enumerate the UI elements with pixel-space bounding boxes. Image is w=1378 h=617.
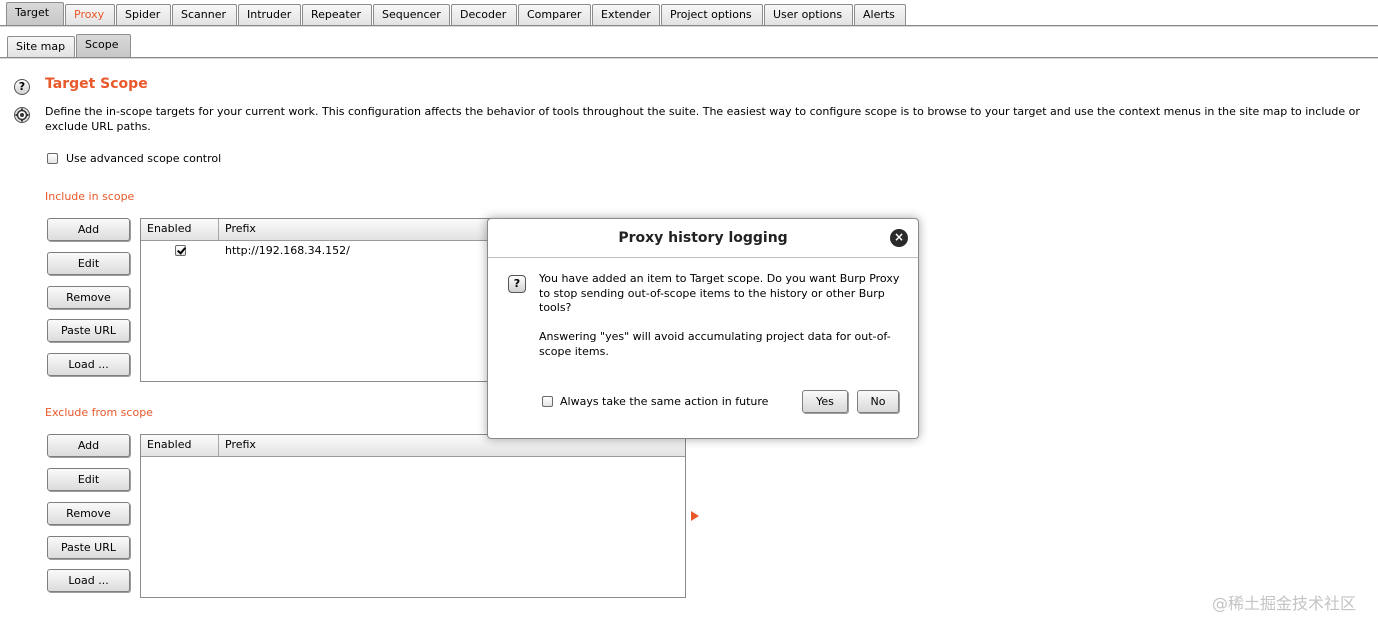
dialog-message-2: Answering "yes" will avoid accumulating … xyxy=(539,330,891,358)
dialog-message-1: You have added an item to Target scope. … xyxy=(539,272,900,314)
include-section-label: Include in scope xyxy=(45,190,135,203)
always-same-action-checkbox[interactable] xyxy=(542,396,553,407)
tab-repeater[interactable]: Repeater xyxy=(302,4,372,26)
expand-arrow-icon[interactable] xyxy=(691,511,699,521)
close-icon[interactable]: × xyxy=(890,229,908,247)
exclude-add-button[interactable]: Add xyxy=(47,434,130,457)
tab-scanner[interactable]: Scanner xyxy=(172,4,237,26)
yes-button[interactable]: Yes xyxy=(802,390,848,413)
tab-target[interactable]: Target xyxy=(6,2,64,26)
row-enabled-checkbox[interactable] xyxy=(174,244,186,256)
tab-alerts[interactable]: Alerts xyxy=(854,4,906,26)
include-load-button[interactable]: Load ... xyxy=(47,353,130,376)
include-col-prefix[interactable]: Prefix xyxy=(219,219,256,240)
advanced-scope-checkbox[interactable] xyxy=(47,153,58,164)
exclude-load-button[interactable]: Load ... xyxy=(47,569,130,592)
tab-decoder[interactable]: Decoder xyxy=(451,4,517,26)
advanced-scope-row[interactable]: Use advanced scope control xyxy=(47,152,221,165)
include-col-enabled[interactable]: Enabled xyxy=(141,219,219,240)
sub-tab-bar-divider xyxy=(0,57,1378,59)
question-icon: ? xyxy=(508,275,526,293)
exclude-remove-button[interactable]: Remove xyxy=(47,502,130,525)
tab-project-options[interactable]: Project options xyxy=(661,4,763,26)
include-edit-button[interactable]: Edit xyxy=(47,252,130,275)
tab-intruder[interactable]: Intruder xyxy=(238,4,301,26)
proxy-history-dialog: Proxy history logging × ? You have added… xyxy=(487,218,919,439)
tab-proxy[interactable]: Proxy xyxy=(65,4,115,26)
sub-tab-bar: Site map Scope xyxy=(0,30,1378,58)
exclude-section-label: Exclude from scope xyxy=(45,406,153,419)
exclude-col-prefix[interactable]: Prefix xyxy=(219,435,256,456)
exclude-paste-url-button[interactable]: Paste URL xyxy=(47,536,130,559)
tab-comparer[interactable]: Comparer xyxy=(518,4,591,26)
scope-description: Define the in-scope targets for your cur… xyxy=(45,105,1360,133)
advanced-scope-label: Use advanced scope control xyxy=(66,152,222,165)
page-title: Target Scope xyxy=(45,76,148,92)
tab-scope[interactable]: Scope xyxy=(76,34,131,58)
tab-user-options[interactable]: User options xyxy=(764,4,853,26)
include-paste-url-button[interactable]: Paste URL xyxy=(47,319,130,342)
tab-spider[interactable]: Spider xyxy=(116,4,171,26)
include-add-button[interactable]: Add xyxy=(47,218,130,241)
row-prefix-cell: http://192.168.34.152/ xyxy=(225,243,350,257)
exclude-table[interactable]: Enabled Prefix xyxy=(140,434,686,598)
tab-sequencer[interactable]: Sequencer xyxy=(373,4,450,26)
tab-bar-divider xyxy=(0,25,1378,27)
always-same-action-row[interactable]: Always take the same action in future xyxy=(542,395,768,408)
question-icon[interactable]: ? xyxy=(14,79,30,95)
always-same-action-label: Always take the same action in future xyxy=(560,395,769,408)
exclude-edit-button[interactable]: Edit xyxy=(47,468,130,491)
main-tab-bar: Target Proxy Spider Scanner Intruder Rep… xyxy=(0,0,1378,26)
exclude-col-enabled[interactable]: Enabled xyxy=(141,435,219,456)
no-button[interactable]: No xyxy=(857,390,899,413)
dialog-title: Proxy history logging xyxy=(488,219,918,258)
row-enabled-cell xyxy=(141,244,219,256)
tab-extender[interactable]: Extender xyxy=(592,4,660,26)
gear-icon[interactable] xyxy=(13,106,31,124)
include-remove-button[interactable]: Remove xyxy=(47,286,130,309)
watermark: @稀土掘金技术社区 xyxy=(1212,594,1357,613)
tab-site-map[interactable]: Site map xyxy=(7,36,75,58)
